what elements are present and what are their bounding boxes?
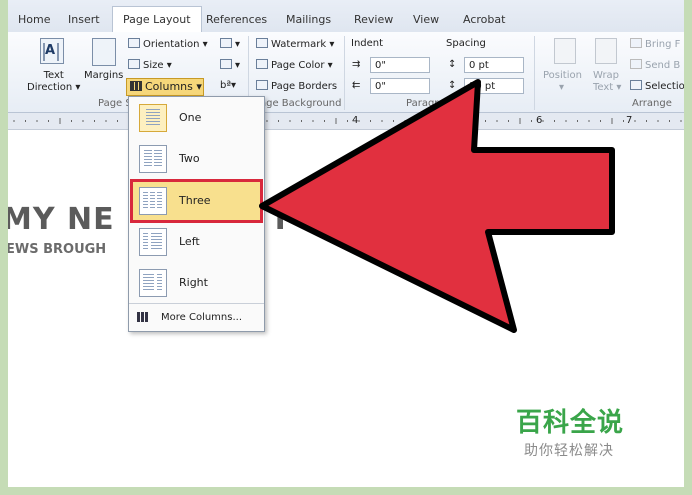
red-arrow-icon xyxy=(259,79,615,333)
watermark-logo-text: 百科全说 xyxy=(516,408,625,438)
watermark-slogan: 助你轻松解决 xyxy=(524,443,614,459)
